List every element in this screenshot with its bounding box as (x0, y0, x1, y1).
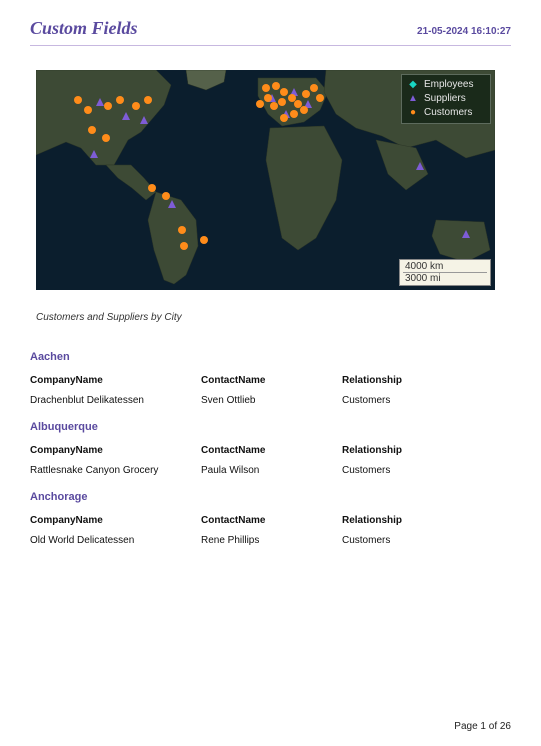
circle-icon: ● (408, 106, 418, 120)
city-section: Anchorage CompanyName ContactName Relati… (30, 491, 511, 547)
cell-contact: Sven Ottlieb (201, 395, 342, 407)
city-section: Aachen CompanyName ContactName Relations… (30, 351, 511, 407)
page-footer: Page 1 of 26 (454, 721, 511, 732)
table-row: Old World Delicatessen Rene Phillips Cus… (30, 535, 511, 547)
legend-customers-label: Customers (424, 106, 472, 120)
table-row: Rattlesnake Canyon Grocery Paula Wilson … (30, 465, 511, 477)
col-relationship: Relationship (342, 515, 511, 526)
col-company: CompanyName (30, 375, 201, 386)
scale-km: 4000 km (403, 261, 487, 273)
world-map: ◆ Employees ▲ Suppliers ● Customers 4000… (36, 70, 495, 290)
cell-contact: Rene Phillips (201, 535, 342, 547)
report-timestamp: 21-05-2024 16:10:27 (417, 26, 511, 37)
map-scale: 4000 km 3000 mi (399, 259, 491, 286)
map-caption: Customers and Suppliers by City (36, 312, 505, 323)
city-heading: Anchorage (30, 491, 511, 503)
map-container: ◆ Employees ▲ Suppliers ● Customers 4000… (30, 64, 511, 323)
legend-customers: ● Customers (408, 106, 484, 120)
column-headers: CompanyName ContactName Relationship (30, 445, 511, 456)
scale-mi: 3000 mi (403, 273, 487, 284)
col-contact: ContactName (201, 515, 342, 526)
col-contact: ContactName (201, 445, 342, 456)
col-company: CompanyName (30, 445, 201, 456)
col-relationship: Relationship (342, 445, 511, 456)
cell-company: Old World Delicatessen (30, 535, 201, 547)
cell-relationship: Customers (342, 395, 511, 407)
triangle-icon: ▲ (408, 92, 418, 106)
column-headers: CompanyName ContactName Relationship (30, 375, 511, 386)
legend-employees: ◆ Employees (408, 78, 484, 92)
city-heading: Albuquerque (30, 421, 511, 433)
col-relationship: Relationship (342, 375, 511, 386)
legend-suppliers-label: Suppliers (424, 92, 466, 106)
city-heading: Aachen (30, 351, 511, 363)
column-headers: CompanyName ContactName Relationship (30, 515, 511, 526)
city-section: Albuquerque CompanyName ContactName Rela… (30, 421, 511, 477)
col-company: CompanyName (30, 515, 201, 526)
cell-contact: Paula Wilson (201, 465, 342, 477)
cell-relationship: Customers (342, 535, 511, 547)
cell-relationship: Customers (342, 465, 511, 477)
legend-employees-label: Employees (424, 78, 473, 92)
report-header: Custom Fields 21-05-2024 16:10:27 (30, 18, 511, 46)
table-row: Drachenblut Delikatessen Sven Ottlieb Cu… (30, 395, 511, 407)
legend-suppliers: ▲ Suppliers (408, 92, 484, 106)
page-title: Custom Fields (30, 18, 138, 39)
cell-company: Drachenblut Delikatessen (30, 395, 201, 407)
cell-company: Rattlesnake Canyon Grocery (30, 465, 201, 477)
map-legend: ◆ Employees ▲ Suppliers ● Customers (401, 74, 491, 124)
col-contact: ContactName (201, 375, 342, 386)
diamond-icon: ◆ (408, 78, 418, 92)
